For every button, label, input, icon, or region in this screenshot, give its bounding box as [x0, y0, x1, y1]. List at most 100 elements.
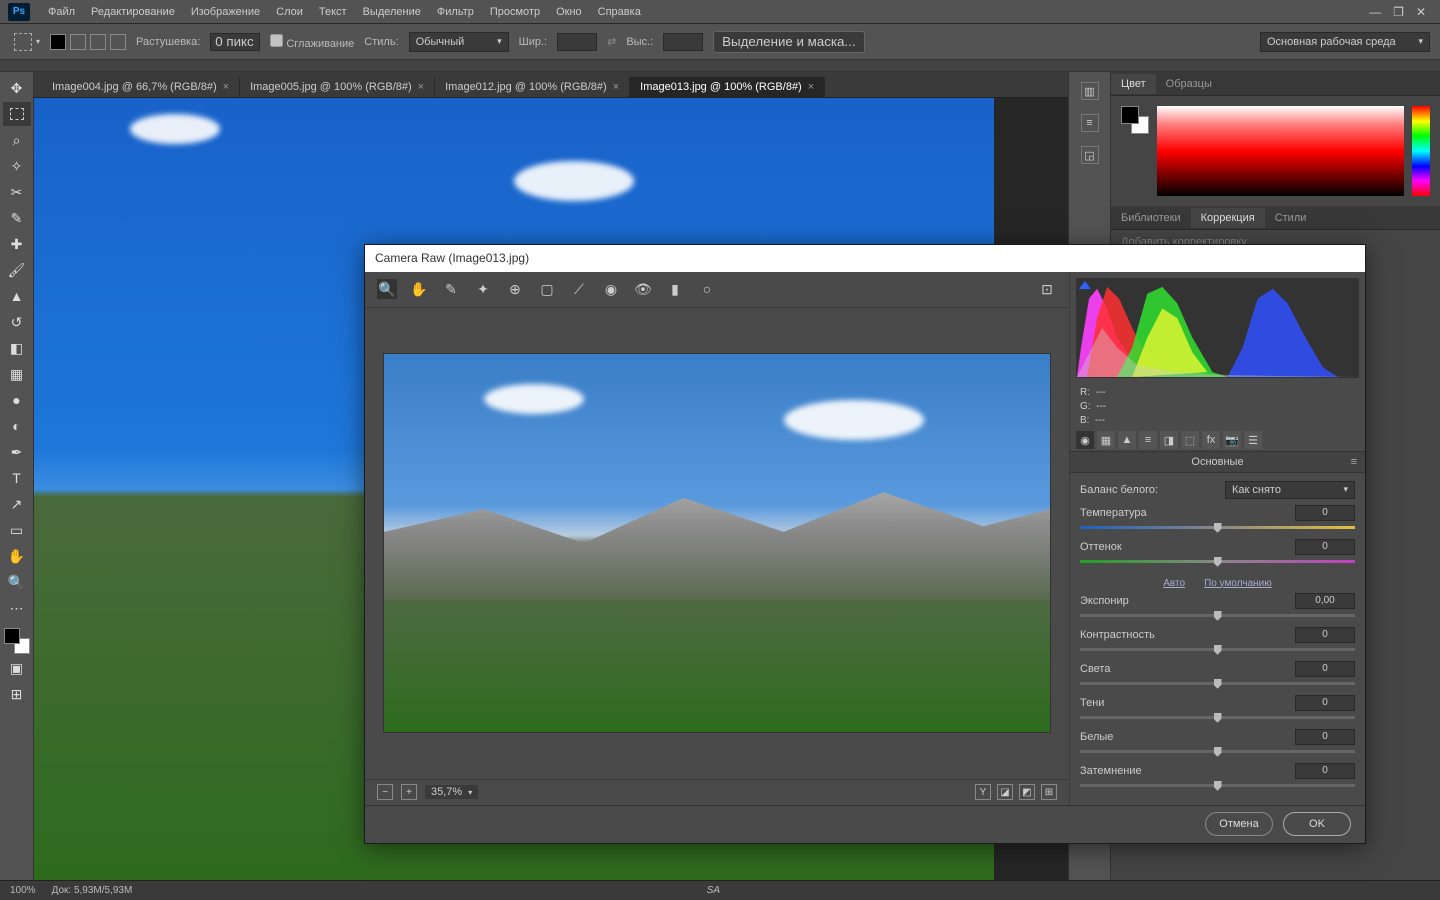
style-dropdown[interactable]: Обычный	[409, 32, 509, 52]
cr-tab-fx-icon[interactable]: fx	[1202, 431, 1220, 449]
cr-straighten-icon[interactable]: ⟋	[569, 279, 589, 299]
marquee-tool-icon[interactable]	[3, 102, 31, 126]
menu-window[interactable]: Окно	[548, 6, 590, 18]
feather-input[interactable]	[210, 33, 260, 51]
cr-grad-filter-icon[interactable]: ○	[697, 279, 717, 299]
menu-view[interactable]: Просмотр	[482, 6, 548, 18]
tab-swatches[interactable]: Образцы	[1156, 74, 1222, 94]
slider-value-input[interactable]	[1295, 661, 1355, 677]
slider-thumb[interactable]	[1214, 611, 1222, 621]
zoom-tool-icon[interactable]: 🔍	[3, 570, 31, 594]
cr-shadow-clip-icon[interactable]: ◪	[997, 784, 1013, 800]
slider-track[interactable]	[1080, 557, 1355, 567]
cancel-button[interactable]: Отмена	[1205, 812, 1273, 836]
cr-tab-basic-icon[interactable]: ◉	[1076, 431, 1094, 449]
status-zoom[interactable]: 100%	[10, 885, 36, 896]
tab-close-icon[interactable]: ×	[418, 81, 424, 93]
more-tools-icon[interactable]: ⋯	[3, 596, 31, 620]
cr-hand-tool-icon[interactable]: ✋	[409, 279, 429, 299]
brush-tool-icon[interactable]: 🖌	[3, 258, 31, 282]
slider-value-input[interactable]	[1295, 763, 1355, 779]
cr-tab-curve-icon[interactable]: ▦	[1097, 431, 1115, 449]
quickmask-icon[interactable]: ▣	[3, 656, 31, 680]
menu-edit[interactable]: Редактирование	[83, 6, 183, 18]
cr-color-sampler-icon[interactable]: ✦	[473, 279, 493, 299]
workspace-dropdown[interactable]: Основная рабочая среда	[1260, 32, 1430, 52]
cr-target-adjust-icon[interactable]: ⊕	[505, 279, 525, 299]
wand-tool-icon[interactable]: ✧	[3, 154, 31, 178]
panel-icon-1[interactable]: ▥	[1081, 82, 1099, 100]
lasso-tool-icon[interactable]: ⌕	[3, 128, 31, 152]
type-tool-icon[interactable]: T	[3, 466, 31, 490]
panel-icon-3[interactable]: ◲	[1081, 146, 1099, 164]
tab-styles[interactable]: Стили	[1265, 208, 1317, 228]
menu-file[interactable]: Файл	[40, 6, 83, 18]
cr-presets-icon[interactable]: ⊡	[1037, 279, 1057, 299]
tab-close-icon[interactable]: ×	[613, 81, 619, 93]
shape-tool-icon[interactable]: ▭	[3, 518, 31, 542]
wb-dropdown[interactable]: Как снято	[1225, 481, 1355, 499]
slider-track[interactable]	[1080, 781, 1355, 791]
window-maximize-icon[interactable]: ❐	[1393, 5, 1404, 19]
menu-layers[interactable]: Слои	[268, 6, 311, 18]
tab-adjustments[interactable]: Коррекция	[1191, 208, 1265, 228]
color-picker-panel[interactable]	[1111, 96, 1440, 206]
cr-zoom-tool-icon[interactable]: 🔍	[377, 279, 397, 299]
history-brush-icon[interactable]: ↺	[3, 310, 31, 334]
tab-libraries[interactable]: Библиотеки	[1111, 208, 1191, 228]
tab-color[interactable]: Цвет	[1111, 74, 1156, 94]
crop-tool-icon[interactable]: ✂	[3, 180, 31, 204]
cr-adjust-brush-icon[interactable]: ▮	[665, 279, 685, 299]
height-input[interactable]	[663, 33, 703, 51]
cr-zoom-dropdown[interactable]: 35,7%	[425, 785, 478, 799]
slider-track[interactable]	[1080, 645, 1355, 655]
slider-value-input[interactable]	[1295, 729, 1355, 745]
cr-tab-detail-icon[interactable]: ▲	[1118, 431, 1136, 449]
panel-icon-2[interactable]: ≡	[1081, 114, 1099, 132]
cr-grid-icon[interactable]: ⊞	[1041, 784, 1057, 800]
default-link[interactable]: По умолчанию	[1204, 578, 1272, 589]
selection-intersect-icon[interactable]	[110, 34, 126, 50]
slider-thumb[interactable]	[1214, 645, 1222, 655]
cr-redeye-icon[interactable]: 👁	[633, 279, 653, 299]
slider-value-input[interactable]	[1295, 627, 1355, 643]
slider-thumb[interactable]	[1214, 679, 1222, 689]
stamp-tool-icon[interactable]: ▲	[3, 284, 31, 308]
color-swatches[interactable]	[4, 628, 30, 654]
slider-track[interactable]	[1080, 747, 1355, 757]
selection-subtract-icon[interactable]	[90, 34, 106, 50]
hand-tool-icon[interactable]: ✋	[3, 544, 31, 568]
menu-select[interactable]: Выделение	[355, 6, 429, 18]
cr-preview-toggle-icon[interactable]: Y	[975, 784, 991, 800]
selection-new-icon[interactable]	[50, 34, 66, 50]
slider-thumb[interactable]	[1214, 713, 1222, 723]
window-close-icon[interactable]: ✕	[1416, 5, 1426, 19]
window-minimize-icon[interactable]: —	[1369, 5, 1381, 19]
slider-track[interactable]	[1080, 611, 1355, 621]
cr-crop-tool-icon[interactable]: ▢	[537, 279, 557, 299]
slider-value-input[interactable]	[1295, 505, 1355, 521]
move-tool-icon[interactable]: ✥	[3, 76, 31, 100]
cr-tab-presets-icon[interactable]: ☰	[1244, 431, 1262, 449]
blur-tool-icon[interactable]: ●	[3, 388, 31, 412]
cr-zoom-out-icon[interactable]: −	[377, 784, 393, 800]
status-doc-info[interactable]: Док: 5,93M/5,93M	[52, 885, 133, 896]
slider-thumb[interactable]	[1214, 523, 1222, 533]
screenmode-icon[interactable]: ⊞	[3, 682, 31, 706]
slider-thumb[interactable]	[1214, 557, 1222, 567]
width-input[interactable]	[557, 33, 597, 51]
slider-thumb[interactable]	[1214, 781, 1222, 791]
pen-tool-icon[interactable]: ✒	[3, 440, 31, 464]
cr-zoom-in-icon[interactable]: +	[401, 784, 417, 800]
document-tab[interactable]: Image013.jpg @ 100% (RGB/8#)×	[630, 77, 825, 97]
menu-filter[interactable]: Фильтр	[429, 6, 482, 18]
slider-thumb[interactable]	[1214, 747, 1222, 757]
menu-text[interactable]: Текст	[311, 6, 355, 18]
tab-close-icon[interactable]: ×	[808, 81, 814, 93]
path-tool-icon[interactable]: ↗	[3, 492, 31, 516]
slider-value-input[interactable]	[1295, 593, 1355, 609]
cr-tab-hsl-icon[interactable]: ≡	[1139, 431, 1157, 449]
chevron-down-icon[interactable]: ▾	[36, 37, 40, 46]
eraser-tool-icon[interactable]: ◧	[3, 336, 31, 360]
cr-tab-lens-icon[interactable]: ⬚	[1181, 431, 1199, 449]
